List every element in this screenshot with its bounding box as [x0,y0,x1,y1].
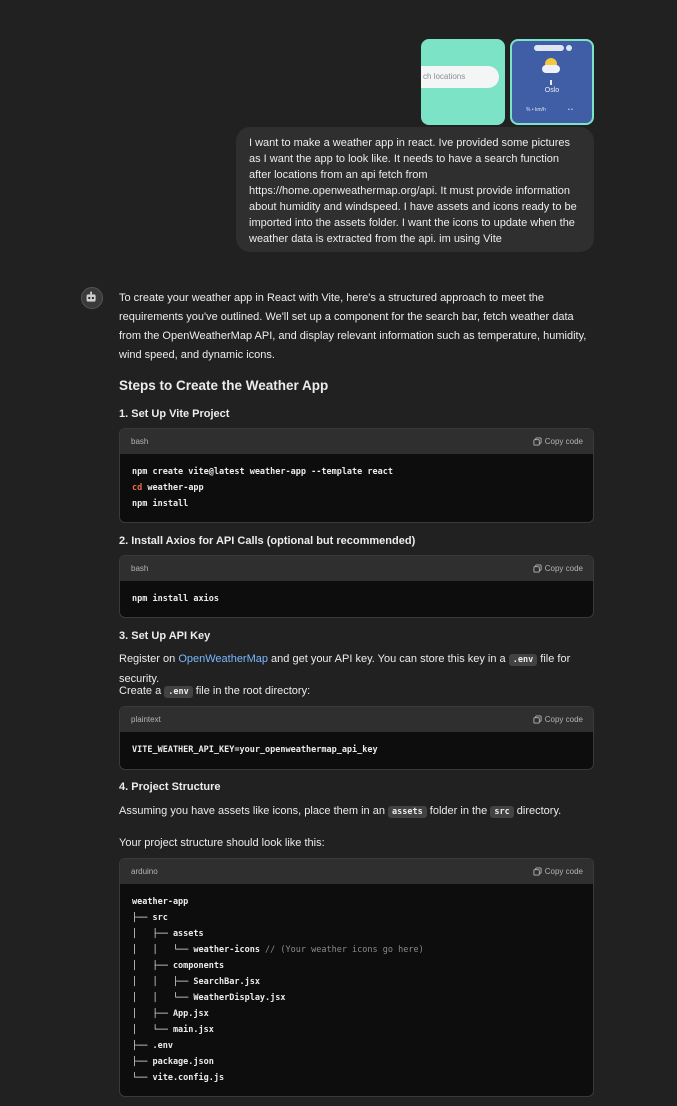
copy-code-button[interactable]: Copy code [533,715,583,724]
tree-comment: // (Your weather icons go here) [259,945,424,955]
copy-icon [533,715,542,724]
attachment-city: Oslo [544,87,560,94]
step2-title: 2. Install Axios for API Calls (optional… [119,535,416,547]
text: file in the root directory: [192,685,311,697]
tree-line: │ ├── assets [132,929,204,939]
text: Register on [119,653,179,665]
step1-title: 1. Set Up Vite Project [119,408,230,420]
code-header: bash Copy code [120,556,593,581]
attachment-weather-screenshot[interactable]: Oslo % • km/h • • [510,39,594,125]
code-line: npm install [132,499,189,509]
text: Assuming you have assets like icons, pla… [119,805,389,817]
inline-code-env: .env [164,686,193,698]
code-content[interactable]: VITE_WEATHER_API_KEY=your_openweathermap… [120,732,593,768]
tree-line: │ ├── App.jsx [132,1009,209,1019]
code-block-axios: bash Copy code npm install axios [119,555,594,618]
inline-code-src: src [490,806,514,818]
copy-code-label: Copy code [544,437,583,446]
assistant-avatar [81,287,103,309]
tree-line: │ └── main.jsx [132,1025,214,1035]
step4-title: 4. Project Structure [119,781,221,793]
tree-line: │ │ ├── SearchBar.jsx [132,977,260,987]
code-keyword: cd [132,483,143,493]
attachment-humidity-stat: % • km/h [526,107,546,113]
text: and get your API key. You can store this… [268,653,509,665]
code-content[interactable]: weather-app ├── src │ ├── assets │ │ └──… [120,884,593,1096]
text: directory. [513,805,562,817]
code-content[interactable]: npm install axios [120,581,593,617]
code-line: VITE_WEATHER_API_KEY=your_openweathermap… [132,745,378,755]
copy-icon [533,564,542,573]
copy-code-button[interactable]: Copy code [533,564,583,573]
robot-icon [86,291,96,302]
tree-line: │ │ └── weather-icons [132,945,260,955]
code-language: arduino [131,867,158,876]
tree-line: ├── .env [132,1041,173,1051]
copy-icon [533,437,542,446]
tree-line: ├── package.json [132,1057,214,1067]
code-content[interactable]: npm create vite@latest weather-app --tem… [120,454,593,522]
tree-line: ├── src [132,913,168,923]
user-message-bubble: I want to make a weather app in react. I… [236,127,594,252]
text: folder in the [426,805,491,817]
step4-paragraph: Assuming you have assets like icons, pla… [119,802,594,822]
heading-steps: Steps to Create the Weather App [119,378,329,393]
text: Create a [119,685,165,697]
inline-code-env: .env [508,654,538,666]
step3-create-paragraph: Create a .env file in the root directory… [119,682,594,702]
copy-code-label: Copy code [544,867,583,876]
copy-code-button[interactable]: Copy code [533,437,583,446]
assistant-intro: To create your weather app in React with… [119,289,594,365]
code-block-structure: arduino Copy code weather-app ├── src │ … [119,858,594,1097]
tree-line: └── vite.config.js [132,1073,225,1083]
attachment-search-screenshot[interactable]: ch locations [421,39,505,125]
code-header: arduino Copy code [120,859,593,884]
code-header: plaintext Copy code [120,707,593,732]
code-line: weather-app [147,483,204,493]
code-language: bash [131,564,149,573]
attachment-temp-mark [550,80,552,85]
user-message-text: I want to make a weather app in react. I… [249,137,577,245]
code-header: bash Copy code [120,429,593,454]
attachment-search-pill [534,45,564,51]
inline-code-assets: assets [388,806,427,818]
tree-line: │ ├── components [132,961,225,971]
tree-line: weather-app [132,897,189,907]
step3-title: 3. Set Up API Key [119,630,211,642]
structure-intro: Your project structure should look like … [119,834,594,853]
copy-code-button[interactable]: Copy code [533,867,583,876]
code-language: plaintext [131,715,161,724]
attachment-wind-stat: • • [568,107,573,113]
code-line: npm create vite@latest weather-app --tem… [132,467,393,477]
attachment-search-dot [566,45,572,51]
cloud-icon [542,65,560,73]
code-block-env: plaintext Copy code VITE_WEATHER_API_KEY… [119,706,594,770]
copy-code-label: Copy code [544,564,583,573]
code-language: bash [131,437,149,446]
assistant-intro-text: To create your weather app in React with… [119,292,587,361]
copy-code-label: Copy code [544,715,583,724]
openweathermap-link[interactable]: OpenWeatherMap [178,653,268,665]
copy-icon [533,867,542,876]
code-block-vite: bash Copy code npm create vite@latest we… [119,428,594,523]
code-line: npm install axios [132,594,219,604]
structure-intro-text: Your project structure should look like … [119,837,325,849]
attachment-search-bar: ch locations [421,66,499,88]
tree-line: │ │ └── WeatherDisplay.jsx [132,993,286,1003]
